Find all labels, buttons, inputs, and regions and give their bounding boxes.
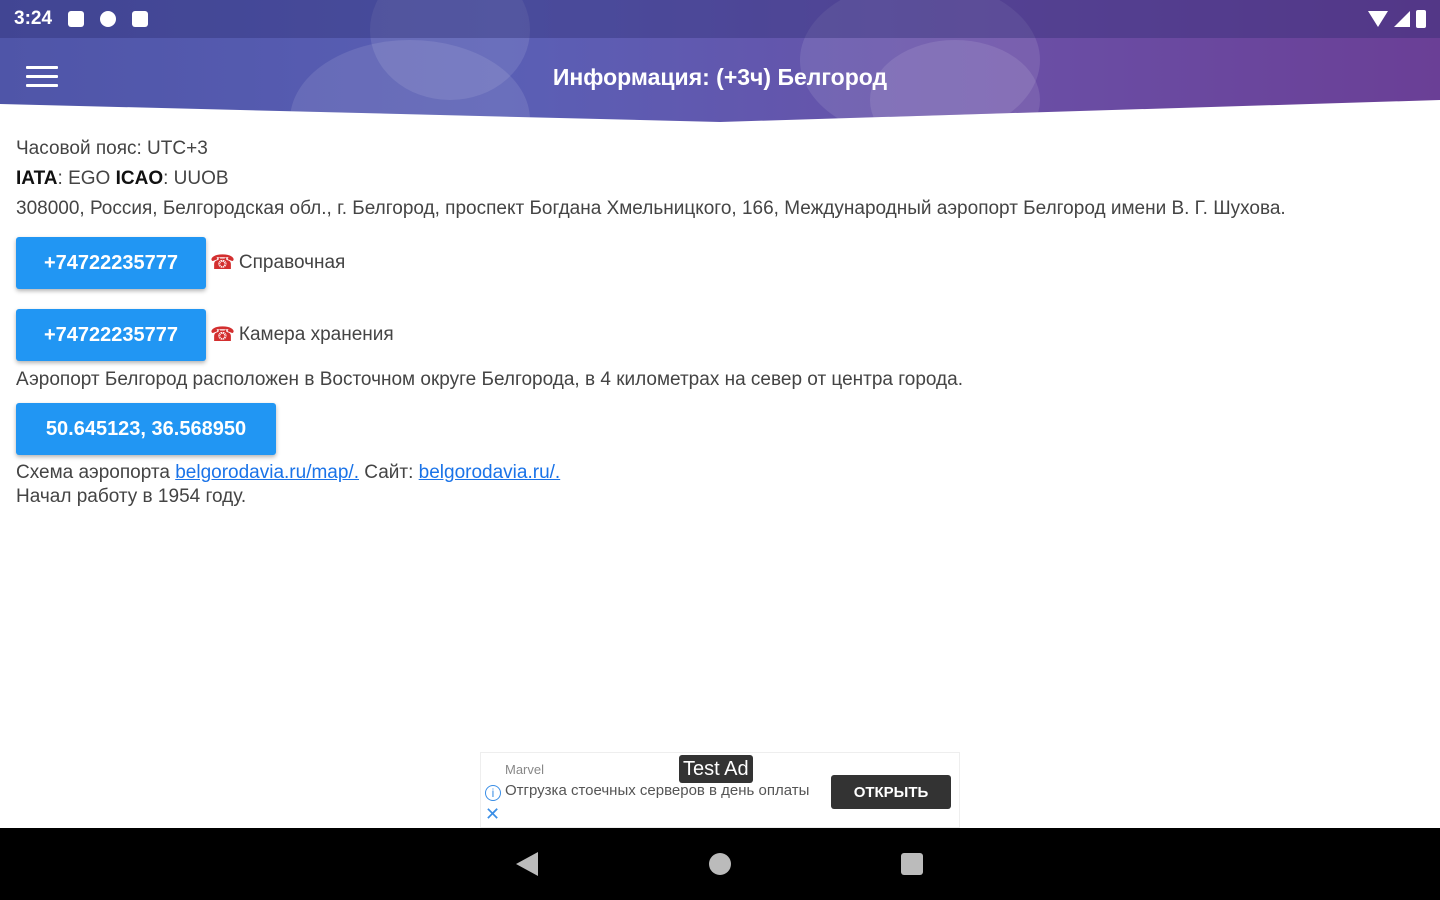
phone-label-storage: Камера хранения <box>238 324 394 345</box>
test-ad-badge: Test Ad <box>679 755 753 783</box>
status-bar: 3:24 <box>0 0 1440 38</box>
iata-value: : EGO <box>57 168 116 189</box>
ad-text: Отгрузка стоечных серверов в день оплаты <box>505 782 810 799</box>
ad-info-icon[interactable]: i <box>485 785 501 801</box>
notification-p-icon <box>100 11 117 27</box>
phone-row: +74722235777 ☎ Камера хранения <box>16 309 1426 361</box>
airport-info: Часовой пояс: UTC+3 IATA: EGO ICAO: UUOB… <box>16 134 1426 509</box>
ad-open-button[interactable]: ОТКРЫТЬ <box>831 775 951 809</box>
status-time: 3:24 <box>14 8 53 29</box>
phone-button-storage[interactable]: +74722235777 <box>16 309 206 361</box>
app-bar: Информация: (+3ч) Белгород <box>0 38 1440 120</box>
iata-label: IATA <box>16 168 58 189</box>
links-line: Схема аэропорта belgorodavia.ru/map/. Са… <box>16 461 1426 485</box>
icao-value: : UUOB <box>163 168 229 189</box>
phone-row: +74722235777 ☎ Справочная <box>16 237 1426 289</box>
battery-icon <box>1416 10 1426 28</box>
notification-a-icon <box>68 11 85 27</box>
page-title: Информация: (+3ч) Белгород <box>552 64 888 90</box>
recent-apps-icon[interactable] <box>901 853 923 875</box>
phone-icon: ☎ <box>210 324 235 346</box>
phone-label-info: Справочная <box>238 252 346 273</box>
back-icon[interactable] <box>516 852 538 876</box>
phone-button-info[interactable]: +74722235777 <box>16 237 206 289</box>
coordinates-button[interactable]: 50.645123, 36.568950 <box>16 403 276 455</box>
timezone-text: Часовой пояс: UTC+3 <box>16 138 208 159</box>
site-link[interactable]: belgorodavia.ru/. <box>419 462 561 483</box>
map-link[interactable]: belgorodavia.ru/map/. <box>175 462 359 483</box>
sd-card-icon <box>132 11 149 27</box>
ad-close-icon[interactable]: ✕ <box>485 805 500 823</box>
address-text: 308000, Россия, Белгородская обл., г. Бе… <box>16 198 1286 219</box>
map-label: Схема аэропорта <box>16 462 176 483</box>
founded-text: Начал работу в 1954 году. <box>16 486 247 507</box>
ad-source: Marvel <box>505 762 545 777</box>
phone-icon: ☎ <box>210 252 235 274</box>
ad-banner[interactable]: Marvel Test Ad i ✕ Отгрузка стоечных сер… <box>480 752 960 828</box>
navigation-bar <box>0 828 1440 900</box>
status-right-icons <box>1368 10 1426 28</box>
icao-label: ICAO <box>115 168 164 189</box>
cell-signal-icon <box>1394 11 1410 27</box>
home-icon[interactable] <box>709 853 731 875</box>
codes-line: IATA: EGO ICAO: UUOB <box>16 164 1426 194</box>
description-text: Аэропорт Белгород расположен в Восточном… <box>16 369 963 390</box>
site-label: Сайт: <box>359 462 419 483</box>
wifi-icon <box>1368 11 1388 27</box>
